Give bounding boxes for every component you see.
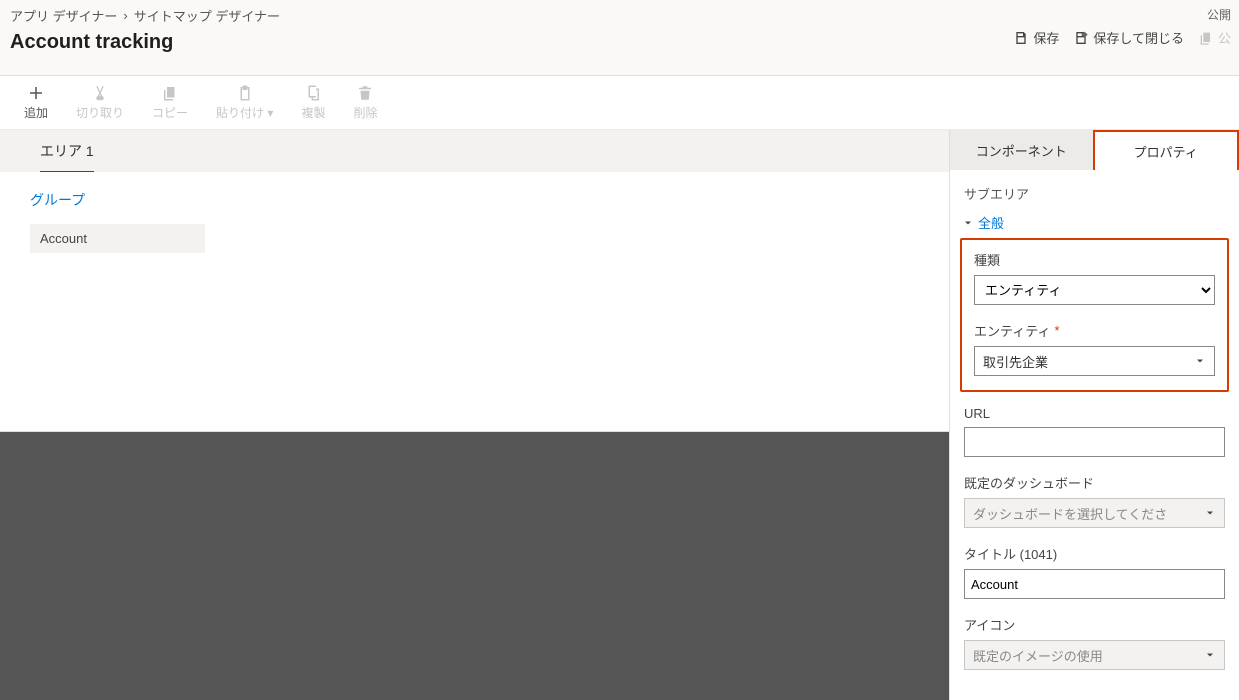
scissors-icon (91, 84, 109, 102)
rail-title: サブエリア (964, 184, 1225, 203)
copy-icon (161, 84, 179, 102)
copy-button: コピー (152, 84, 188, 121)
icon-label: アイコン (964, 615, 1225, 634)
icon-select[interactable]: 既定のイメージの使用 (964, 640, 1225, 670)
type-select[interactable]: エンティティ (974, 275, 1215, 305)
canvas-empty-area (0, 432, 949, 700)
dashboard-label: 既定のダッシュボード (964, 473, 1225, 492)
clipboard-icon (236, 84, 254, 102)
tab-components[interactable]: コンポーネント (950, 130, 1093, 170)
clone-icon (1198, 30, 1214, 46)
chevron-down-icon (1204, 507, 1216, 519)
add-button[interactable]: 追加 (24, 84, 48, 121)
save-close-button[interactable]: 保存して閉じる (1073, 28, 1184, 47)
save-button[interactable]: 保存 (1013, 28, 1059, 47)
paste-button: 貼り付け ▾ (216, 84, 273, 121)
duplicate-button: 複製 (301, 84, 325, 121)
breadcrumb-current: サイトマップ デザイナー (134, 6, 280, 25)
plus-icon (27, 84, 45, 102)
breadcrumb: アプリ デザイナー › サイトマップ デザイナー (10, 6, 1229, 25)
chevron-right-icon: › (123, 8, 127, 23)
chevron-down-icon (962, 217, 974, 229)
title-input[interactable] (964, 569, 1225, 599)
section-general[interactable]: 全般 (962, 213, 1225, 232)
entity-label: エンティティ* (974, 321, 1215, 340)
publish-label[interactable]: 公開 (1207, 6, 1231, 23)
area-tab-label: エリア 1 (40, 141, 94, 174)
toolbar: 追加 切り取り コピー 貼り付け ▾ 複製 削除 (0, 76, 1239, 130)
tab-properties[interactable]: プロパティ (1093, 130, 1239, 170)
trash-icon (356, 84, 374, 102)
save-close-icon (1073, 30, 1089, 46)
highlighted-section: 種類 エンティティ エンティティ* 取引先企業 (960, 238, 1229, 392)
title-label: タイトル (1041) (964, 544, 1225, 563)
delete-button: 削除 (353, 84, 377, 121)
area-tab[interactable]: エリア 1 (0, 130, 949, 172)
chevron-down-icon (1204, 649, 1216, 661)
cut-button: 切り取り (76, 84, 124, 121)
url-input (964, 427, 1225, 457)
group-link[interactable]: グループ (30, 190, 919, 210)
subarea-item[interactable]: Account (30, 224, 205, 253)
save-icon (1013, 30, 1029, 46)
chevron-down-icon (1194, 355, 1206, 367)
breadcrumb-parent[interactable]: アプリ デザイナー (10, 6, 117, 25)
type-label: 種類 (974, 250, 1215, 269)
url-label: URL (964, 406, 1225, 421)
entity-select[interactable]: 取引先企業 (974, 346, 1215, 376)
clone-button[interactable]: 公 (1198, 28, 1231, 47)
dashboard-select: ダッシュボードを選択してくださ (964, 498, 1225, 528)
duplicate-icon (304, 84, 322, 102)
